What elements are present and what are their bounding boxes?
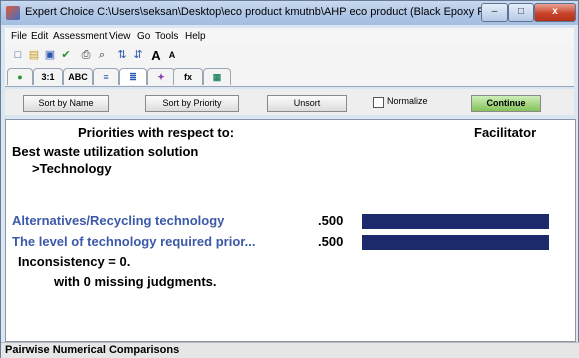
open-folder-icon[interactable]: ▤: [27, 49, 41, 62]
font-decrease-icon[interactable]: A: [165, 49, 179, 62]
action-bar: Sort by Name Sort by Priority Unsort Nor…: [5, 89, 574, 115]
menu-assessment[interactable]: Assessment: [53, 31, 107, 42]
tree-branch-icon: ✦: [157, 72, 165, 82]
inconsistency-label: Inconsistency = 0.: [18, 254, 131, 269]
menu-tools[interactable]: Tools: [155, 31, 178, 42]
participant-label: Facilitator: [474, 125, 537, 140]
window-title: Expert Choice C:\Users\seksan\Desktop\ec…: [25, 6, 495, 18]
tab-data-grid[interactable]: ▦: [203, 68, 231, 85]
tab-priorities[interactable]: ≣: [119, 68, 147, 85]
tab-numerical[interactable]: 3:1: [33, 68, 63, 85]
print-preview-icon[interactable]: ⌕: [95, 49, 109, 62]
mode-tabs: ● 3:1 ABC ≡ ≣ ✦ fx ▦: [5, 66, 574, 87]
menu-view[interactable]: View: [109, 31, 131, 42]
title-bar[interactable]: Expert Choice C:\Users\seksan\Desktop\ec…: [1, 1, 578, 25]
normalize-label[interactable]: Normalize: [387, 96, 428, 106]
maximize-button[interactable]: □: [508, 3, 534, 22]
sort-by-priority-button[interactable]: Sort by Priority: [145, 95, 239, 112]
continue-button[interactable]: Continue: [471, 95, 541, 112]
item-value: .500: [318, 213, 344, 228]
app-window: Expert Choice C:\Users\seksan\Desktop\ec…: [0, 0, 579, 358]
unsort-button[interactable]: Unsort: [267, 95, 347, 112]
priority-bar: [362, 214, 549, 229]
menu-go[interactable]: Go: [137, 31, 150, 42]
menu-bar: File Edit Assessment View Go Tools Help: [5, 28, 574, 47]
print-icon[interactable]: ⎙: [79, 49, 93, 62]
tab-questionnaire[interactable]: ✦: [147, 68, 175, 85]
tab-verbal[interactable]: ABC: [63, 68, 93, 85]
status-bar: Pairwise Numerical Comparisons: [1, 342, 579, 358]
tree-icon: ●: [17, 72, 23, 82]
item-value: .500: [318, 234, 344, 249]
grid-icon: ▦: [212, 72, 222, 82]
missing-judgments-label: with 0 missing judgments.: [54, 274, 217, 289]
minimize-button[interactable]: –: [481, 3, 508, 22]
sort-down-icon[interactable]: ⇵: [131, 49, 145, 62]
menu-edit[interactable]: Edit: [31, 31, 48, 42]
node-label: >Technology: [32, 161, 112, 176]
bars-icon: ≡: [103, 72, 109, 82]
sort-by-name-button[interactable]: Sort by Name: [23, 95, 109, 112]
save-icon[interactable]: ▣: [43, 49, 57, 62]
item-label: The level of technology required prior..…: [12, 234, 256, 249]
font-increase-icon[interactable]: A: [149, 49, 163, 62]
menu-help[interactable]: Help: [185, 31, 206, 42]
priority-bars-icon: ≣: [129, 72, 137, 82]
check-icon[interactable]: ✔: [59, 49, 73, 62]
sort-up-icon[interactable]: ⇅: [115, 49, 129, 62]
new-file-icon[interactable]: □: [11, 49, 25, 62]
close-button[interactable]: x: [534, 3, 576, 22]
tab-graphical[interactable]: ≡: [93, 68, 119, 85]
app-icon: [6, 6, 20, 20]
tab-model-view[interactable]: ●: [7, 68, 33, 85]
normalize-checkbox[interactable]: [373, 97, 384, 108]
goal-label: Best waste utilization solution: [12, 144, 199, 159]
toolbar: □ ▤ ▣ ✔ ⎙ ⌕ ⇅ ⇵ A A: [5, 46, 574, 67]
tab-formula[interactable]: fx: [173, 68, 203, 85]
item-label: Alternatives/Recycling technology: [12, 213, 225, 228]
menu-file[interactable]: File: [11, 31, 27, 42]
priorities-pane: Priorities with respect to: Facilitator …: [5, 119, 576, 342]
priorities-heading: Priorities with respect to:: [78, 125, 235, 140]
priority-bar: [362, 235, 549, 250]
